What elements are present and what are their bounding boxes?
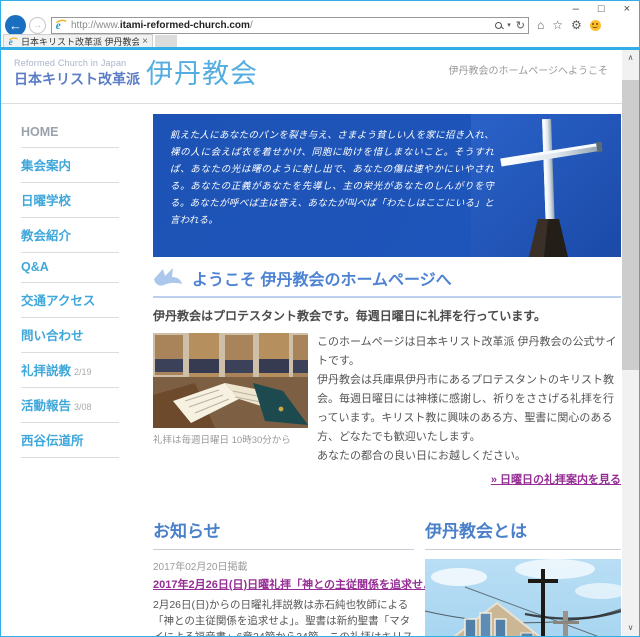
home-icon[interactable]: ⌂ xyxy=(537,18,544,32)
forward-button[interactable]: → xyxy=(29,17,46,34)
scrollbar-thumb[interactable] xyxy=(622,80,639,370)
scroll-up-icon[interactable]: ∧ xyxy=(622,50,639,66)
welcome-text: このホームページは日本キリスト改革派 伊丹教会の公式サイトです。 伊丹教会は兵庫… xyxy=(317,333,621,490)
sidebar-item-label: 教会紹介 xyxy=(21,229,71,243)
sidebar-item-date: 2/19 xyxy=(74,367,92,377)
sidebar-item-about-church[interactable]: 教会紹介 xyxy=(21,218,119,253)
sidebar-item-sermons[interactable]: 礼拝説教2/19 xyxy=(21,353,119,388)
vertical-scrollbar[interactable]: ∧ ∨ xyxy=(622,50,639,636)
sidebar-item-label: 日曜学校 xyxy=(21,194,71,208)
sidebar-item-label: 活動報告 xyxy=(21,399,71,413)
news-date: 2017年02月20日掲載 xyxy=(153,558,414,573)
site-title: 伊丹教会 xyxy=(146,59,258,89)
tab-bar: e 日本キリスト改革派 伊丹教会... × xyxy=(3,34,177,48)
close-button[interactable]: × xyxy=(621,2,633,16)
navigation-bar: ← → e http://www.itami-reformed-church.c… xyxy=(1,15,639,35)
scroll-down-icon[interactable]: ∨ xyxy=(622,620,639,636)
ie-favicon: e xyxy=(55,19,67,31)
news-title-link[interactable]: 2017年2月26日(日)日曜礼拝「神との主従関係を追求せよ」 xyxy=(153,579,445,591)
sidebar-item-label: 問い合わせ xyxy=(21,329,84,343)
dove-icon xyxy=(153,267,183,289)
tab-close-icon[interactable]: × xyxy=(142,36,148,47)
sidebar-nav: HOME 集会案内 日曜学校 教会紹介 Q&A 交通アクセス 問い合わせ 礼拝説… xyxy=(1,104,141,636)
welcome-lead: 伊丹教会はプロテスタント教会です。毎週日曜日に礼拝を行っています。 xyxy=(153,307,621,324)
photo-caption: 礼拝は毎週日曜日 10時30分から xyxy=(153,432,308,446)
welcome-heading: ようこそ 伊丹教会のホームページへ xyxy=(153,266,621,298)
chevron-down-icon[interactable]: ▾ xyxy=(507,21,511,29)
address-bar-icons: ▾ ↻ xyxy=(495,19,525,32)
site-welcome-note: 伊丹教会のホームページへようこそ xyxy=(449,62,609,77)
sidebar-item-label: Q&A xyxy=(21,260,49,274)
sidebar-item-contact[interactable]: 問い合わせ xyxy=(21,318,119,353)
gear-icon[interactable]: ⚙ xyxy=(571,18,582,32)
news-item: 2017年02月20日掲載 2017年2月26日(日)日曜礼拝「神との主従関係を… xyxy=(153,558,414,636)
welcome-heading-text: ようこそ 伊丹教会のホームページへ xyxy=(192,266,452,290)
church-building-photo xyxy=(425,559,621,636)
browser-chrome: – □ × ← → e http://www.itami-reformed-ch… xyxy=(1,1,639,50)
worship-guide-link[interactable]: » 日曜日の礼拝案内を見る xyxy=(491,474,621,486)
search-icon[interactable] xyxy=(495,22,502,29)
sidebar-item-date: 3/08 xyxy=(74,402,92,412)
sidebar-item-home[interactable]: HOME xyxy=(21,118,119,148)
ie-tab-favicon: e xyxy=(8,37,18,47)
sidebar-item-nishitani-mission[interactable]: 西谷伝道所 xyxy=(21,423,119,458)
bible-verse: 飢えた人にあなたのパンを裂き与え、さまよう貧しい人を家に招き入れ、裸の人に会えば… xyxy=(170,127,494,229)
site-subtitle-en: Reformed Church in Japan xyxy=(14,58,140,68)
site-header: Reformed Church in Japan 日本キリスト改革派 伊丹教会 … xyxy=(1,50,622,104)
welcome-paragraph-3: あなたの都合の良い日にお越しください。 xyxy=(317,447,621,466)
browser-tab[interactable]: e 日本キリスト改革派 伊丹教会... × xyxy=(3,34,153,48)
sidebar-item-access[interactable]: 交通アクセス xyxy=(21,283,119,318)
minimize-button[interactable]: – xyxy=(570,2,582,16)
welcome-paragraph-2: 伊丹教会は兵庫県伊丹市にあるプロテスタントのキリスト教会。毎週日曜日には神様に感… xyxy=(317,371,621,447)
url-text: http://www.itami-reformed-church.com/ xyxy=(71,20,495,31)
news-heading: お知らせ xyxy=(153,517,414,550)
browser-action-icons: ⌂ ☆ ⚙ xyxy=(537,18,601,32)
browser-window: – □ × ← → e http://www.itami-reformed-ch… xyxy=(0,0,640,637)
refresh-icon[interactable]: ↻ xyxy=(516,19,525,32)
url-domain: itami-reformed-church.com xyxy=(120,20,250,31)
url-path: / xyxy=(250,20,253,31)
main-content: 飢えた人にあなたのパンを裂き与え、さまよう貧しい人を家に招き入れ、裸の人に会えば… xyxy=(153,104,621,636)
sidebar-item-activity-report[interactable]: 活動報告3/08 xyxy=(21,388,119,423)
bible-lectern-photo: 礼拝は毎週日曜日 10時30分から xyxy=(153,333,308,490)
sidebar-item-label: 交通アクセス xyxy=(21,294,95,308)
sidebar-item-label: 西谷伝道所 xyxy=(21,434,84,448)
sidebar-item-label: 集会案内 xyxy=(21,159,71,173)
back-button[interactable]: ← xyxy=(5,15,26,36)
sidebar-item-sunday-school[interactable]: 日曜学校 xyxy=(21,183,119,218)
address-bar[interactable]: e http://www.itami-reformed-church.com/ … xyxy=(51,17,529,34)
news-body: 2月26日(日)からの日曜礼拝説教は赤石純也牧師による「神との主従関係を追求せよ… xyxy=(153,597,414,636)
hero-banner: 飢えた人にあなたのパンを裂き与え、さまよう貧しい人を家に招き入れ、裸の人に会えば… xyxy=(153,114,621,257)
maximize-button[interactable]: □ xyxy=(595,2,608,16)
window-controls: – □ × xyxy=(570,2,633,16)
about-heading: 伊丹教会とは xyxy=(425,517,621,550)
feedback-smiley-icon[interactable] xyxy=(590,20,601,31)
page-viewport: Reformed Church in Japan 日本キリスト改革派 伊丹教会 … xyxy=(1,50,622,636)
welcome-paragraph-1: このホームページは日本キリスト改革派 伊丹教会の公式サイトです。 xyxy=(317,333,621,371)
favorites-star-icon[interactable]: ☆ xyxy=(552,18,563,32)
news-section: お知らせ 2017年02月20日掲載 2017年2月26日(日)日曜礼拝「神との… xyxy=(153,517,414,636)
site-denomination: 日本キリスト改革派 xyxy=(14,69,140,89)
url-scheme: http://www. xyxy=(71,20,120,31)
sidebar-item-label: HOME xyxy=(21,125,59,139)
about-section: 伊丹教会とは xyxy=(425,517,621,636)
sidebar-item-meetings[interactable]: 集会案内 xyxy=(21,148,119,183)
sidebar-item-label: 礼拝説教 xyxy=(21,364,71,378)
sidebar-item-qa[interactable]: Q&A xyxy=(21,253,119,283)
